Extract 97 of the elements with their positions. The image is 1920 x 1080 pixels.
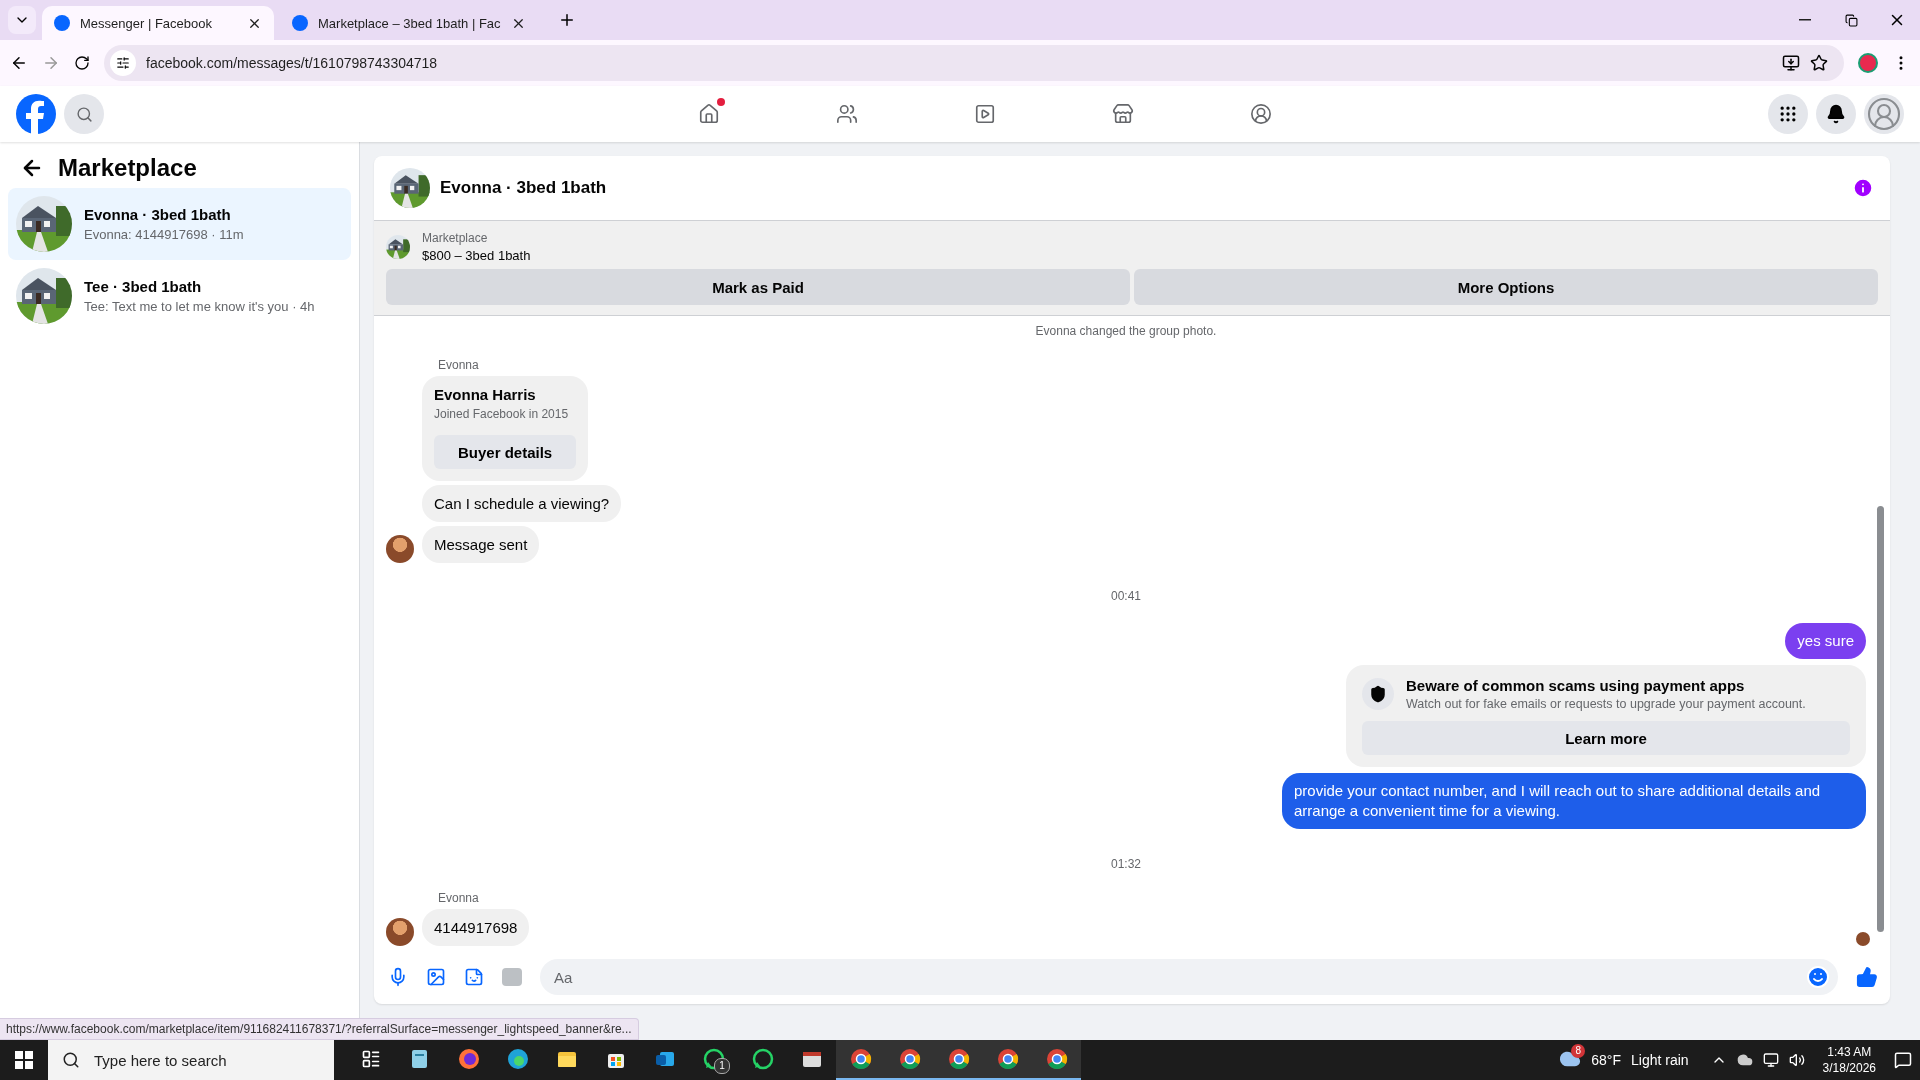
conversation-preview: Tee: Text me to let me know it's you · 4h: [84, 299, 315, 314]
marketplace-icon: [1112, 103, 1134, 125]
taskbar-search-field[interactable]: Type here to search: [92, 1050, 276, 1070]
cloud-icon[interactable]: [1736, 1052, 1753, 1068]
taskbar-app-button[interactable]: 1: [689, 1040, 738, 1080]
chat-bubble-icon: [751, 1048, 774, 1070]
tab-search-button[interactable]: [8, 6, 36, 34]
taskbar-app-button[interactable]: [836, 1040, 885, 1080]
image-icon[interactable]: [426, 967, 446, 987]
bell-icon: [1826, 104, 1846, 124]
friends-icon: [836, 103, 858, 125]
system-message: Evonna changed the group photo.: [1035, 324, 1217, 338]
warning-text: Watch out for fake emails or requests to upgrade your payment account.: [1406, 697, 1806, 711]
warning-title: Beware of common scams using payment apps: [1406, 677, 1746, 694]
tab-title: Marketplace – 3bed 1bath | Fac: [318, 15, 501, 31]
reload-icon[interactable]: [74, 55, 90, 71]
settings-icon: [116, 56, 130, 70]
restore-icon: [1844, 13, 1858, 27]
site-settings-button[interactable]: [110, 50, 136, 76]
tab-title: Messenger | Facebook: [80, 15, 213, 31]
browser-tab[interactable]: Marketplace – 3bed 1bath | Fac: [280, 6, 538, 40]
clock-time: 1:43 AM: [1827, 1045, 1872, 1059]
like-icon[interactable]: [1856, 966, 1878, 988]
status-url: https://www.facebook.com/marketplace/item/911682411678371/?referralSurface=messenger_lightspeed_banner&re...: [0, 1018, 639, 1040]
conversation-item[interactable]: Evonna · 3bed 1bath Evonna: 4144917698 · 11m: [8, 188, 351, 260]
task-view-icon: [360, 1049, 381, 1069]
menu-button[interactable]: [1768, 94, 1808, 134]
browser-tab[interactable]: Messenger | Facebook: [42, 6, 274, 40]
buyer-details-button[interactable]: Buyer details: [434, 435, 577, 469]
avatar-icon: [1866, 96, 1902, 132]
weather-badge: 8: [1571, 1043, 1586, 1058]
read-receipt-avatar: [1856, 932, 1870, 946]
message-bubble: Message sent: [422, 526, 540, 563]
profile-icon[interactable]: [1858, 53, 1878, 73]
volume-icon[interactable]: [1788, 1052, 1805, 1068]
message-bubble: yes sure: [1785, 623, 1866, 659]
notifications-icon[interactable]: [1894, 1051, 1912, 1069]
chat-bubble-icon: [702, 1048, 725, 1070]
timestamp: 00:41: [1111, 589, 1141, 603]
taskbar-app-button[interactable]: [1032, 1040, 1081, 1080]
home-icon: [698, 103, 720, 125]
bookmark-icon[interactable]: [1810, 54, 1828, 72]
chrome-icon: [897, 1047, 922, 1071]
listing-action-button[interactable]: More Options: [1134, 269, 1878, 305]
profile-detail: Joined Facebook in 2015: [434, 407, 570, 421]
microphone-icon[interactable]: [388, 967, 408, 987]
sender-name: Evonna: [438, 891, 480, 905]
sticker-icon[interactable]: [464, 967, 484, 987]
groups-icon: [1250, 103, 1272, 125]
facebook-logo[interactable]: [16, 94, 56, 134]
listing-action-button[interactable]: Mark as Paid: [386, 269, 1130, 305]
search-button[interactable]: [64, 94, 104, 134]
shield-icon: [1369, 685, 1387, 703]
message-input[interactable]: Aa: [552, 967, 1806, 987]
message-bubble: Can I schedule a viewing?: [422, 485, 622, 522]
learn-more-button[interactable]: Learn more: [1362, 721, 1850, 755]
chrome-icon: [946, 1047, 971, 1071]
chrome-icon: [1044, 1047, 1069, 1071]
sender-name: Evonna: [438, 358, 480, 372]
network-icon[interactable]: [1762, 1052, 1779, 1068]
grid-icon: [1778, 104, 1798, 124]
edge-icon: [506, 1048, 529, 1070]
weather-text: Light rain: [1631, 1052, 1689, 1068]
temperature: 68°F: [1591, 1052, 1621, 1068]
minimize-icon: [1799, 19, 1811, 21]
listing-label: Marketplace: [422, 231, 489, 245]
info-icon[interactable]: [1852, 177, 1874, 199]
conversation-preview: Evonna: 4144917698 · 11m: [84, 227, 244, 242]
forward-icon[interactable]: [42, 54, 60, 72]
conversation-item[interactable]: Tee · 3bed 1bath Tee: Text me to let me know it's you · 4h: [8, 260, 351, 332]
notifications-button[interactable]: [1816, 94, 1856, 134]
sidebar-title: Marketplace: [58, 154, 197, 182]
chrome-icon: [995, 1047, 1020, 1071]
clock-date: 3/18/2026: [1822, 1061, 1876, 1075]
message-bubble: provide your contact number, and I will reach out to share additional details and arrange a convenient time for a viewing.: [1282, 773, 1866, 829]
timestamp: 01:32: [1111, 857, 1141, 871]
chrome-icon: [848, 1047, 873, 1071]
chat-title: Evonna · 3bed 1bath: [440, 178, 608, 198]
search-icon: [62, 1051, 80, 1069]
message-field[interactable]: Aa: [540, 959, 1838, 995]
profile-name: Evonna Harris: [434, 386, 537, 403]
search-icon: [75, 105, 93, 123]
account-button[interactable]: [1864, 94, 1904, 134]
back-icon[interactable]: [10, 54, 28, 72]
firefox-icon: [457, 1048, 480, 1070]
conversation-name: Evonna · 3bed 1bath: [84, 206, 232, 223]
conversation-name: Tee · 3bed 1bath: [84, 278, 203, 295]
notification-badge: 1: [714, 1058, 730, 1074]
install-icon[interactable]: [1782, 54, 1800, 72]
message-bubble: 4144917698: [422, 909, 530, 946]
facebook-icon: [292, 15, 308, 31]
emoji-icon[interactable]: [1806, 965, 1830, 989]
taskbar-search-box[interactable]: Type here to search: [48, 1040, 334, 1080]
listing-title[interactable]: $800 – 3bed 1bath: [422, 248, 531, 263]
video-icon: [974, 103, 996, 125]
windows-icon: [15, 1051, 33, 1069]
facebook-icon: [54, 15, 70, 31]
